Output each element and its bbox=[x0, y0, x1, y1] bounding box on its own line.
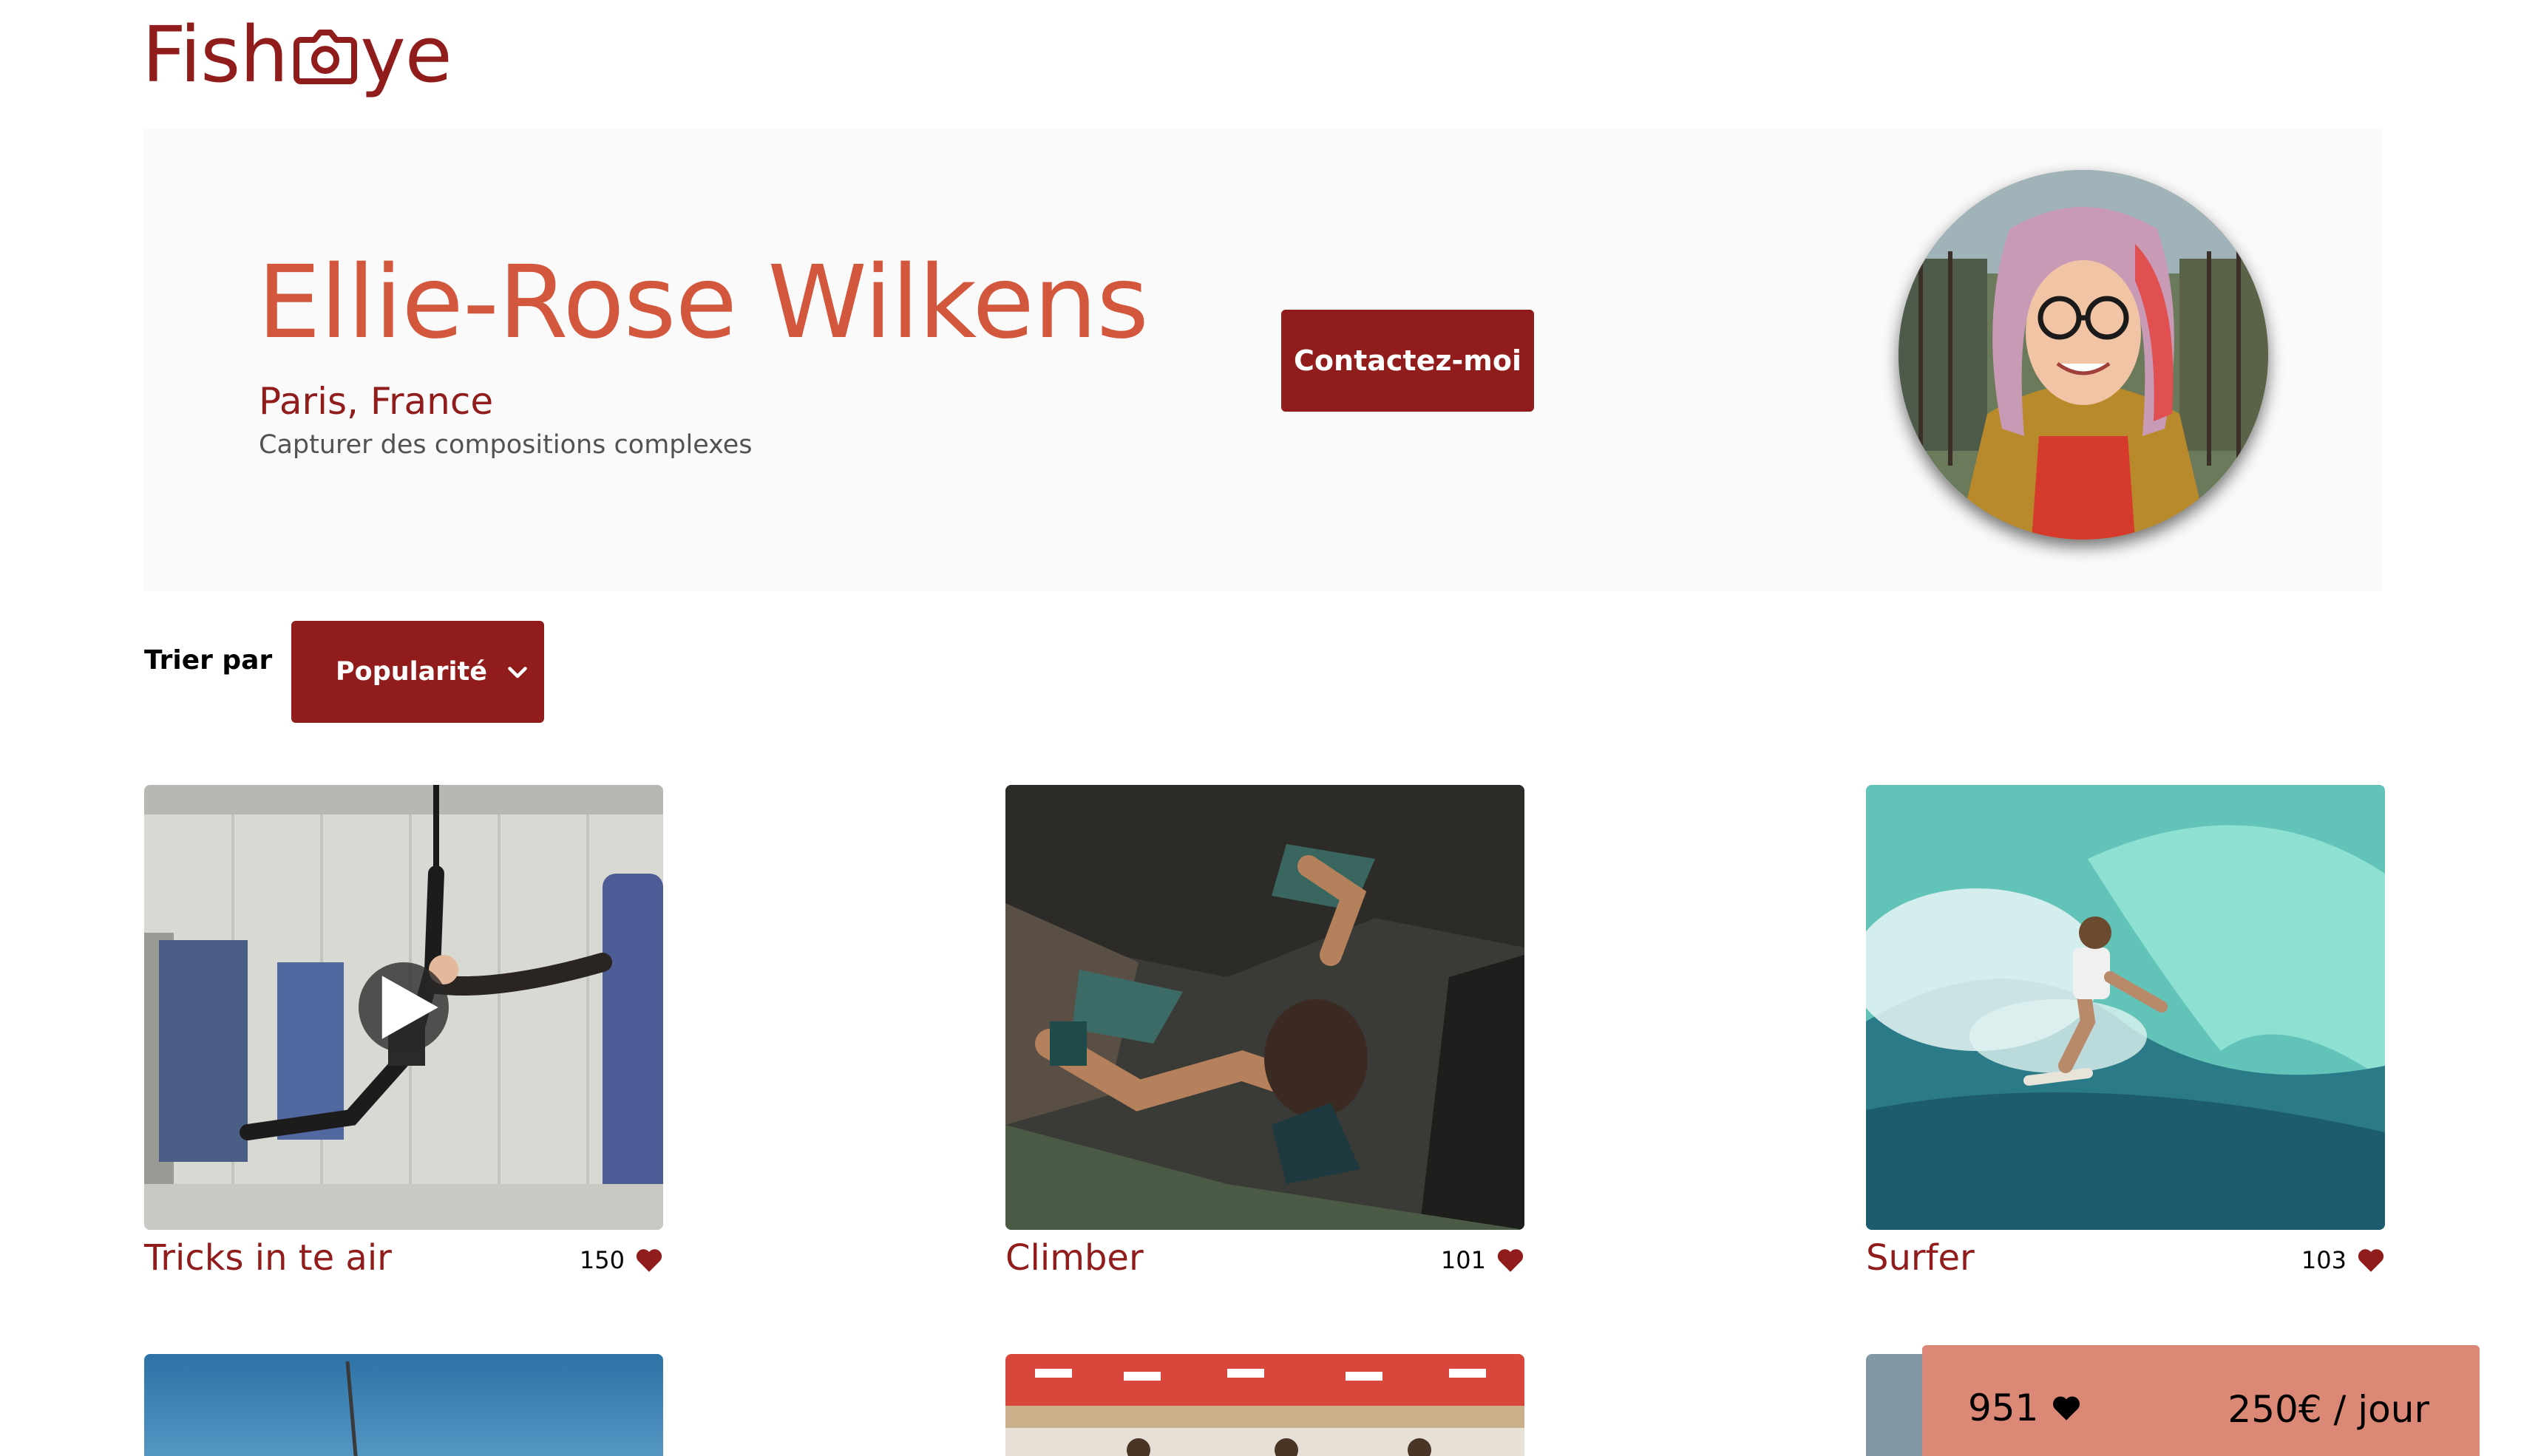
media-thumbnail[interactable] bbox=[1005, 785, 1524, 1230]
heart-icon[interactable] bbox=[1496, 1247, 1524, 1273]
portrait-photo bbox=[1899, 170, 2268, 540]
media-thumbnail[interactable] bbox=[1866, 785, 2385, 1230]
heart-icon bbox=[2052, 1394, 2081, 1422]
play-button[interactable] bbox=[359, 962, 449, 1052]
likes-count: 101 bbox=[1440, 1246, 1486, 1274]
media-likes: 101 bbox=[1441, 1246, 1524, 1274]
media-title: Climber bbox=[1005, 1237, 1144, 1279]
photographer-name: Ellie-Rose Wilkens bbox=[257, 245, 1149, 361]
media-card: Climber 101 bbox=[1005, 785, 1524, 1289]
photographer-header: Ellie-Rose Wilkens Paris, France Capture… bbox=[144, 129, 2381, 591]
total-likes-count: 951 bbox=[1968, 1387, 2039, 1429]
chevron-down-icon bbox=[504, 659, 531, 685]
sort-dropdown[interactable]: Popularité bbox=[291, 621, 544, 723]
media-thumbnail[interactable] bbox=[144, 785, 663, 1230]
daily-price: 250€ / jour bbox=[2227, 1388, 2429, 1431]
media-thumbnail[interactable] bbox=[1005, 1354, 1524, 1456]
media-title: Tricks in te air bbox=[144, 1237, 392, 1279]
play-icon bbox=[381, 976, 438, 1039]
likes-count: 150 bbox=[579, 1246, 625, 1274]
media-card: Surfer 103 bbox=[1866, 785, 2385, 1289]
media-title: Surfer bbox=[1866, 1237, 1975, 1279]
media-thumbnail[interactable] bbox=[144, 1354, 663, 1456]
total-likes: 951 bbox=[1968, 1387, 2081, 1429]
heart-icon[interactable] bbox=[635, 1247, 663, 1273]
contact-button[interactable]: Contactez-moi bbox=[1281, 310, 1534, 412]
fisheye-logo[interactable]: Fish ye bbox=[142, 10, 452, 99]
photographer-tagline: Capturer des compositions complexes bbox=[259, 430, 753, 460]
camera-icon bbox=[294, 25, 358, 84]
sticky-info-box: 951 250€ / jour bbox=[1922, 1345, 2480, 1456]
sort-label: Trier par bbox=[144, 645, 273, 676]
logo-text-ye: ye bbox=[360, 10, 452, 100]
media-card: Tricks in te air 150 bbox=[144, 785, 663, 1289]
heart-icon[interactable] bbox=[2357, 1247, 2385, 1273]
media-likes: 150 bbox=[580, 1246, 663, 1274]
sort-selected-value: Popularité bbox=[336, 657, 488, 687]
logo-text-fish: Fish bbox=[142, 10, 288, 100]
likes-count: 103 bbox=[2301, 1246, 2347, 1274]
photographer-location: Paris, France bbox=[259, 380, 494, 423]
media-likes: 103 bbox=[2301, 1246, 2385, 1274]
